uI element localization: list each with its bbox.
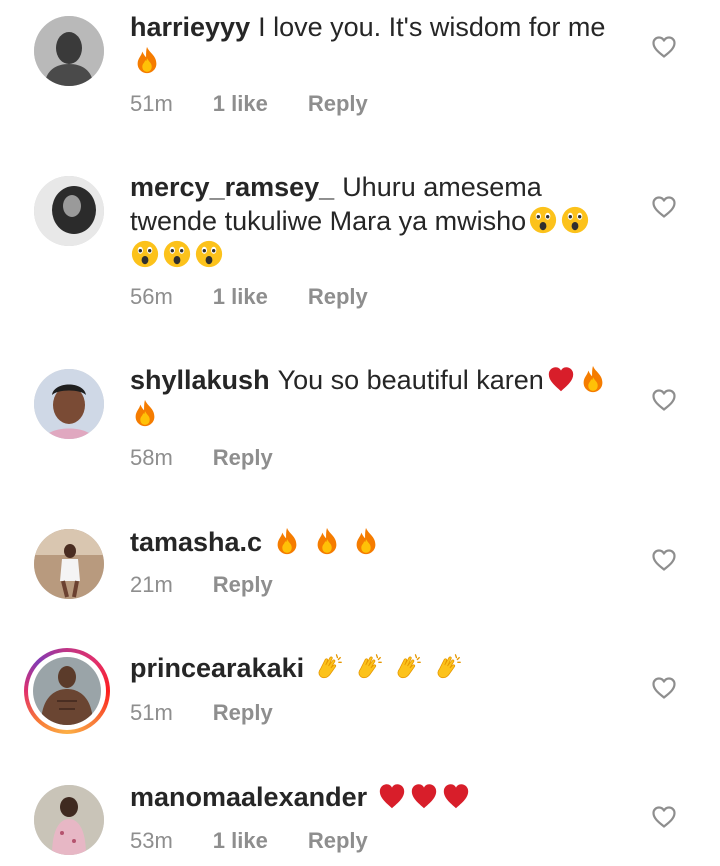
comment-body: mercy_ramsey_ Uhuru amesema twende tukuli… (130, 170, 620, 272)
red-heart-emoji-icon (441, 781, 471, 811)
reply-button[interactable]: Reply (308, 91, 368, 116)
comment-username[interactable]: shyllakush (130, 365, 270, 395)
comment-likes[interactable]: 1 like (213, 91, 268, 116)
comment-time: 58m (130, 445, 173, 470)
clapping-hands-emoji-icon (433, 652, 463, 682)
fire-emoji-icon (578, 364, 608, 394)
red-heart-emoji-icon (377, 781, 407, 811)
comment-meta: 56m 1 like Reply (130, 284, 408, 310)
avatar (33, 657, 101, 725)
comment-time: 53m (130, 828, 173, 853)
comment-body: princearakaki (130, 651, 620, 685)
fire-emoji-icon (312, 526, 342, 556)
comment-body: harrieyyy I love you. It's wisdom for me (130, 10, 620, 78)
avatar[interactable] (34, 529, 104, 599)
comment-body: shyllakush You so beautiful karen (130, 363, 620, 431)
comment-meta: 58m Reply (130, 445, 313, 471)
reply-button[interactable]: Reply (213, 572, 273, 597)
comment-likes[interactable]: 1 like (213, 284, 268, 309)
reply-button[interactable]: Reply (213, 700, 273, 725)
avatar[interactable] (34, 16, 104, 86)
avatar[interactable] (34, 369, 104, 439)
comment-username[interactable]: harrieyyy (130, 12, 250, 42)
like-heart-icon[interactable] (651, 676, 677, 700)
avatar-photo (34, 529, 104, 599)
like-heart-icon[interactable] (651, 805, 677, 829)
comment-username[interactable]: tamasha.c (130, 527, 262, 557)
clapping-hands-emoji-icon (354, 652, 384, 682)
comment-likes[interactable]: 1 like (213, 828, 268, 853)
avatar-photo (33, 657, 101, 725)
reply-button[interactable]: Reply (308, 284, 368, 309)
astonished-emoji-icon (528, 205, 558, 235)
red-heart-emoji-icon (546, 364, 576, 394)
astonished-emoji-icon (130, 239, 160, 269)
avatar-story-ring[interactable] (24, 648, 110, 734)
avatar-photo (34, 176, 104, 246)
fire-emoji-icon (130, 398, 160, 428)
fire-emoji-icon (132, 45, 162, 75)
like-heart-icon[interactable] (651, 35, 677, 59)
fire-emoji-icon (351, 526, 381, 556)
comment-time: 51m (130, 91, 173, 116)
comment-time: 21m (130, 572, 173, 597)
comment-body: tamasha.c (130, 525, 620, 559)
reply-button[interactable]: Reply (308, 828, 368, 853)
comment-time: 56m (130, 284, 173, 309)
fire-emoji-icon (272, 526, 302, 556)
comment-username[interactable]: princearakaki (130, 653, 304, 683)
avatar-photo (34, 785, 104, 855)
like-heart-icon[interactable] (651, 548, 677, 572)
comment-username[interactable]: mercy_ramsey_ (130, 172, 334, 202)
comment-meta: 53m 1 like Reply (130, 828, 408, 854)
astonished-emoji-icon (194, 239, 224, 269)
avatar[interactable] (34, 176, 104, 246)
red-heart-emoji-icon (409, 781, 439, 811)
like-heart-icon[interactable] (651, 195, 677, 219)
avatar[interactable] (34, 785, 104, 855)
reply-button[interactable]: Reply (213, 445, 273, 470)
comment-meta: 51m Reply (130, 700, 313, 726)
avatar-photo (34, 369, 104, 439)
like-heart-icon[interactable] (651, 388, 677, 412)
avatar-photo (34, 16, 104, 86)
comment-username[interactable]: manomaalexander (130, 782, 367, 812)
astonished-emoji-icon (162, 239, 192, 269)
astonished-emoji-icon (560, 205, 590, 235)
comment-meta: 51m 1 like Reply (130, 91, 408, 117)
comment-body: manomaalexander (130, 780, 620, 814)
comment-text: You so beautiful karen (277, 365, 544, 395)
comment-text: I love you. It's wisdom for me (258, 12, 606, 42)
comment-meta: 21m Reply (130, 572, 313, 598)
comment-time: 51m (130, 700, 173, 725)
clapping-hands-emoji-icon (314, 652, 344, 682)
clapping-hands-emoji-icon (393, 652, 423, 682)
